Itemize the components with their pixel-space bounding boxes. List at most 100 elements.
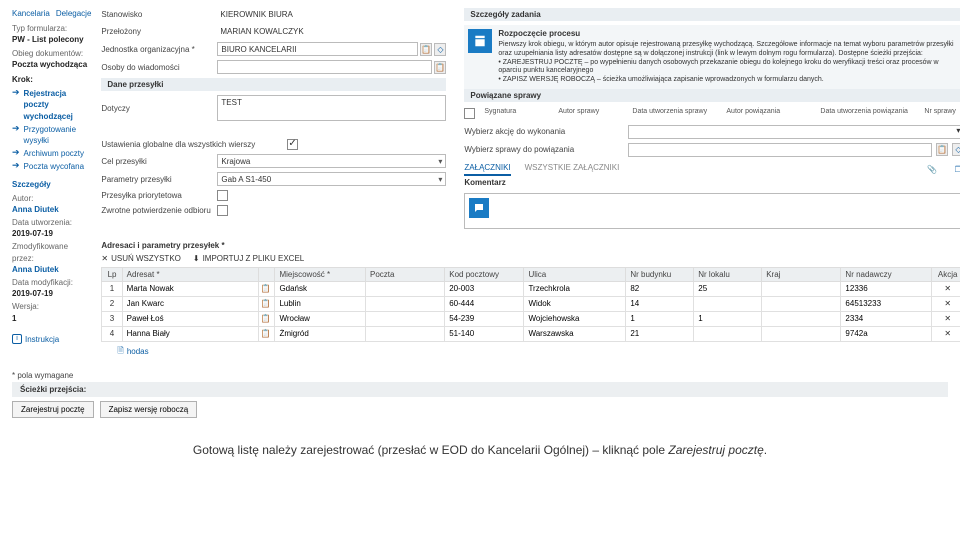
row-lookup-icon[interactable]: 📋 [258,326,275,341]
input-kod[interactable] [447,297,521,310]
cell-kraj [762,296,841,311]
tool-import[interactable]: ⬇IMPORTUJ Z PLIKU EXCEL [193,254,304,263]
krok-wycofana[interactable]: ➔Poczta wycofana [12,160,91,173]
input-poczta[interactable] [368,282,442,295]
lbl-wyb-akcje: Wybierz akcję do wykonania [464,127,624,136]
clear-icon[interactable]: ◇ [952,143,960,156]
tool-remove-all[interactable]: ✕USUŃ WSZYSTKO [101,254,180,263]
cell-kraj [762,281,841,296]
input-adresat[interactable] [125,282,256,295]
input-kod[interactable] [447,312,521,325]
input-poczta[interactable] [368,327,442,340]
select-cel[interactable]: Krajowa [217,154,446,168]
input-lok[interactable] [696,327,759,340]
input-poczta[interactable] [368,312,442,325]
attach-add-icon[interactable]: 📎 [926,163,938,176]
input-adresat[interactable] [125,327,256,340]
input-miej[interactable] [277,312,363,325]
row-lookup-icon[interactable]: 📋 [258,281,275,296]
chk-global[interactable] [287,139,298,150]
row-lookup-icon[interactable]: 📋 [258,296,275,311]
input-kod[interactable] [447,282,521,295]
input-adresat[interactable] [125,312,256,325]
input-miej[interactable] [277,327,363,340]
tab-delegacje[interactable]: Delegacje [56,8,92,19]
chk-all-pow[interactable] [464,108,475,119]
input-kraj[interactable] [764,297,838,310]
input-ulica[interactable] [526,327,623,340]
input-ulica[interactable] [526,297,623,310]
form-type: PW - List polecony [12,34,91,45]
lbl-form-type: Typ formularza: [12,23,91,34]
input-lok[interactable] [696,282,759,295]
krok-label: Rejestracja poczty wychodzącej [24,88,92,122]
chk-zwrotne[interactable] [217,205,228,216]
krok-przygotowanie[interactable]: ➔Przygotowanie wysyłki [12,123,91,147]
input-lok[interactable] [696,312,759,325]
input-nad[interactable] [843,327,929,340]
komentarz-area[interactable] [464,193,960,229]
row-delete-icon[interactable]: ✕ [931,311,960,326]
lookup-icon[interactable]: 📋 [434,61,446,74]
hodas-link[interactable]: 🗎hodas [101,345,148,359]
lookup-icon[interactable]: 📋 [936,143,948,156]
row-lookup-icon[interactable]: 📋 [258,311,275,326]
cell-lp: 4 [102,326,122,341]
cell-bud [626,311,694,326]
input-bud[interactable] [628,327,691,340]
cell-miej [275,281,366,296]
instrukcja-link[interactable]: i Instrukcja [12,334,91,345]
attach-copy-icon[interactable]: ❐ [952,163,960,176]
select-param[interactable]: Gab A S1-450 [217,172,446,186]
input-osoby[interactable] [217,60,432,74]
row-delete-icon[interactable]: ✕ [931,326,960,341]
col-ulica: Ulica [524,267,626,281]
cell-poczta [366,326,445,341]
cell-bud [626,296,694,311]
input-nad[interactable] [843,297,929,310]
input-kod[interactable] [447,327,521,340]
req-note: * pola wymagane [12,371,960,380]
input-kraj[interactable] [764,312,838,325]
row-delete-icon[interactable]: ✕ [931,281,960,296]
tab-zalaczniki[interactable]: ZAŁĄCZNIKI [464,163,510,176]
input-bud[interactable] [628,297,691,310]
tab-kancelaria[interactable]: Kancelaria [12,8,50,19]
lbl-moddate: Data modyfikacji: [12,277,91,288]
lookup-icon[interactable]: 📋 [420,43,432,56]
row-delete-icon[interactable]: ✕ [931,296,960,311]
input-jednostka[interactable]: BIURO KANCELARII [217,42,418,56]
krok-archiwum[interactable]: ➔Archiwum poczty [12,147,91,160]
tab-wszystkie[interactable]: WSZYSTKIE ZAŁĄCZNIKI [525,163,620,176]
input-kraj[interactable] [764,327,838,340]
btn-zarejestruj[interactable]: Zarejestruj pocztę [12,401,94,418]
input-poczta[interactable] [368,297,442,310]
krok-rejestracja[interactable]: ➔Rejestracja poczty wychodzącej [12,87,91,123]
col-autorpow: Autor powiązania [726,108,816,119]
input-bud[interactable] [628,282,691,295]
chk-priorytet[interactable] [217,190,228,201]
btn-zapisz[interactable]: Zapisz wersję roboczą [100,401,198,418]
input-kraj[interactable] [764,282,838,295]
lbl-cel: Cel przesyłki [101,157,211,166]
input-ulica[interactable] [526,312,623,325]
input-miej[interactable] [277,282,363,295]
input-sprawy[interactable] [628,143,932,157]
input-bud[interactable] [628,312,691,325]
input-lok[interactable] [696,297,759,310]
input-nad[interactable] [843,282,929,295]
table-row: 2📋✕ [102,296,960,311]
input-ulica[interactable] [526,282,623,295]
cap-3: . [764,443,767,457]
cell-adresat [122,296,258,311]
input-nad[interactable] [843,312,929,325]
col-miej: Miejscowość * [275,267,366,281]
cell-ulica [524,281,626,296]
cell-kraj [762,311,841,326]
clear-icon[interactable]: ◇ [434,43,446,56]
input-miej[interactable] [277,297,363,310]
input-dotyczy[interactable]: TEST [217,95,446,121]
input-adresat[interactable] [125,297,256,310]
select-akcje[interactable]: ▾ [628,125,960,139]
main: StanowiskoKIEROWNIK BIURA PrzełożonyMARI… [101,8,960,359]
